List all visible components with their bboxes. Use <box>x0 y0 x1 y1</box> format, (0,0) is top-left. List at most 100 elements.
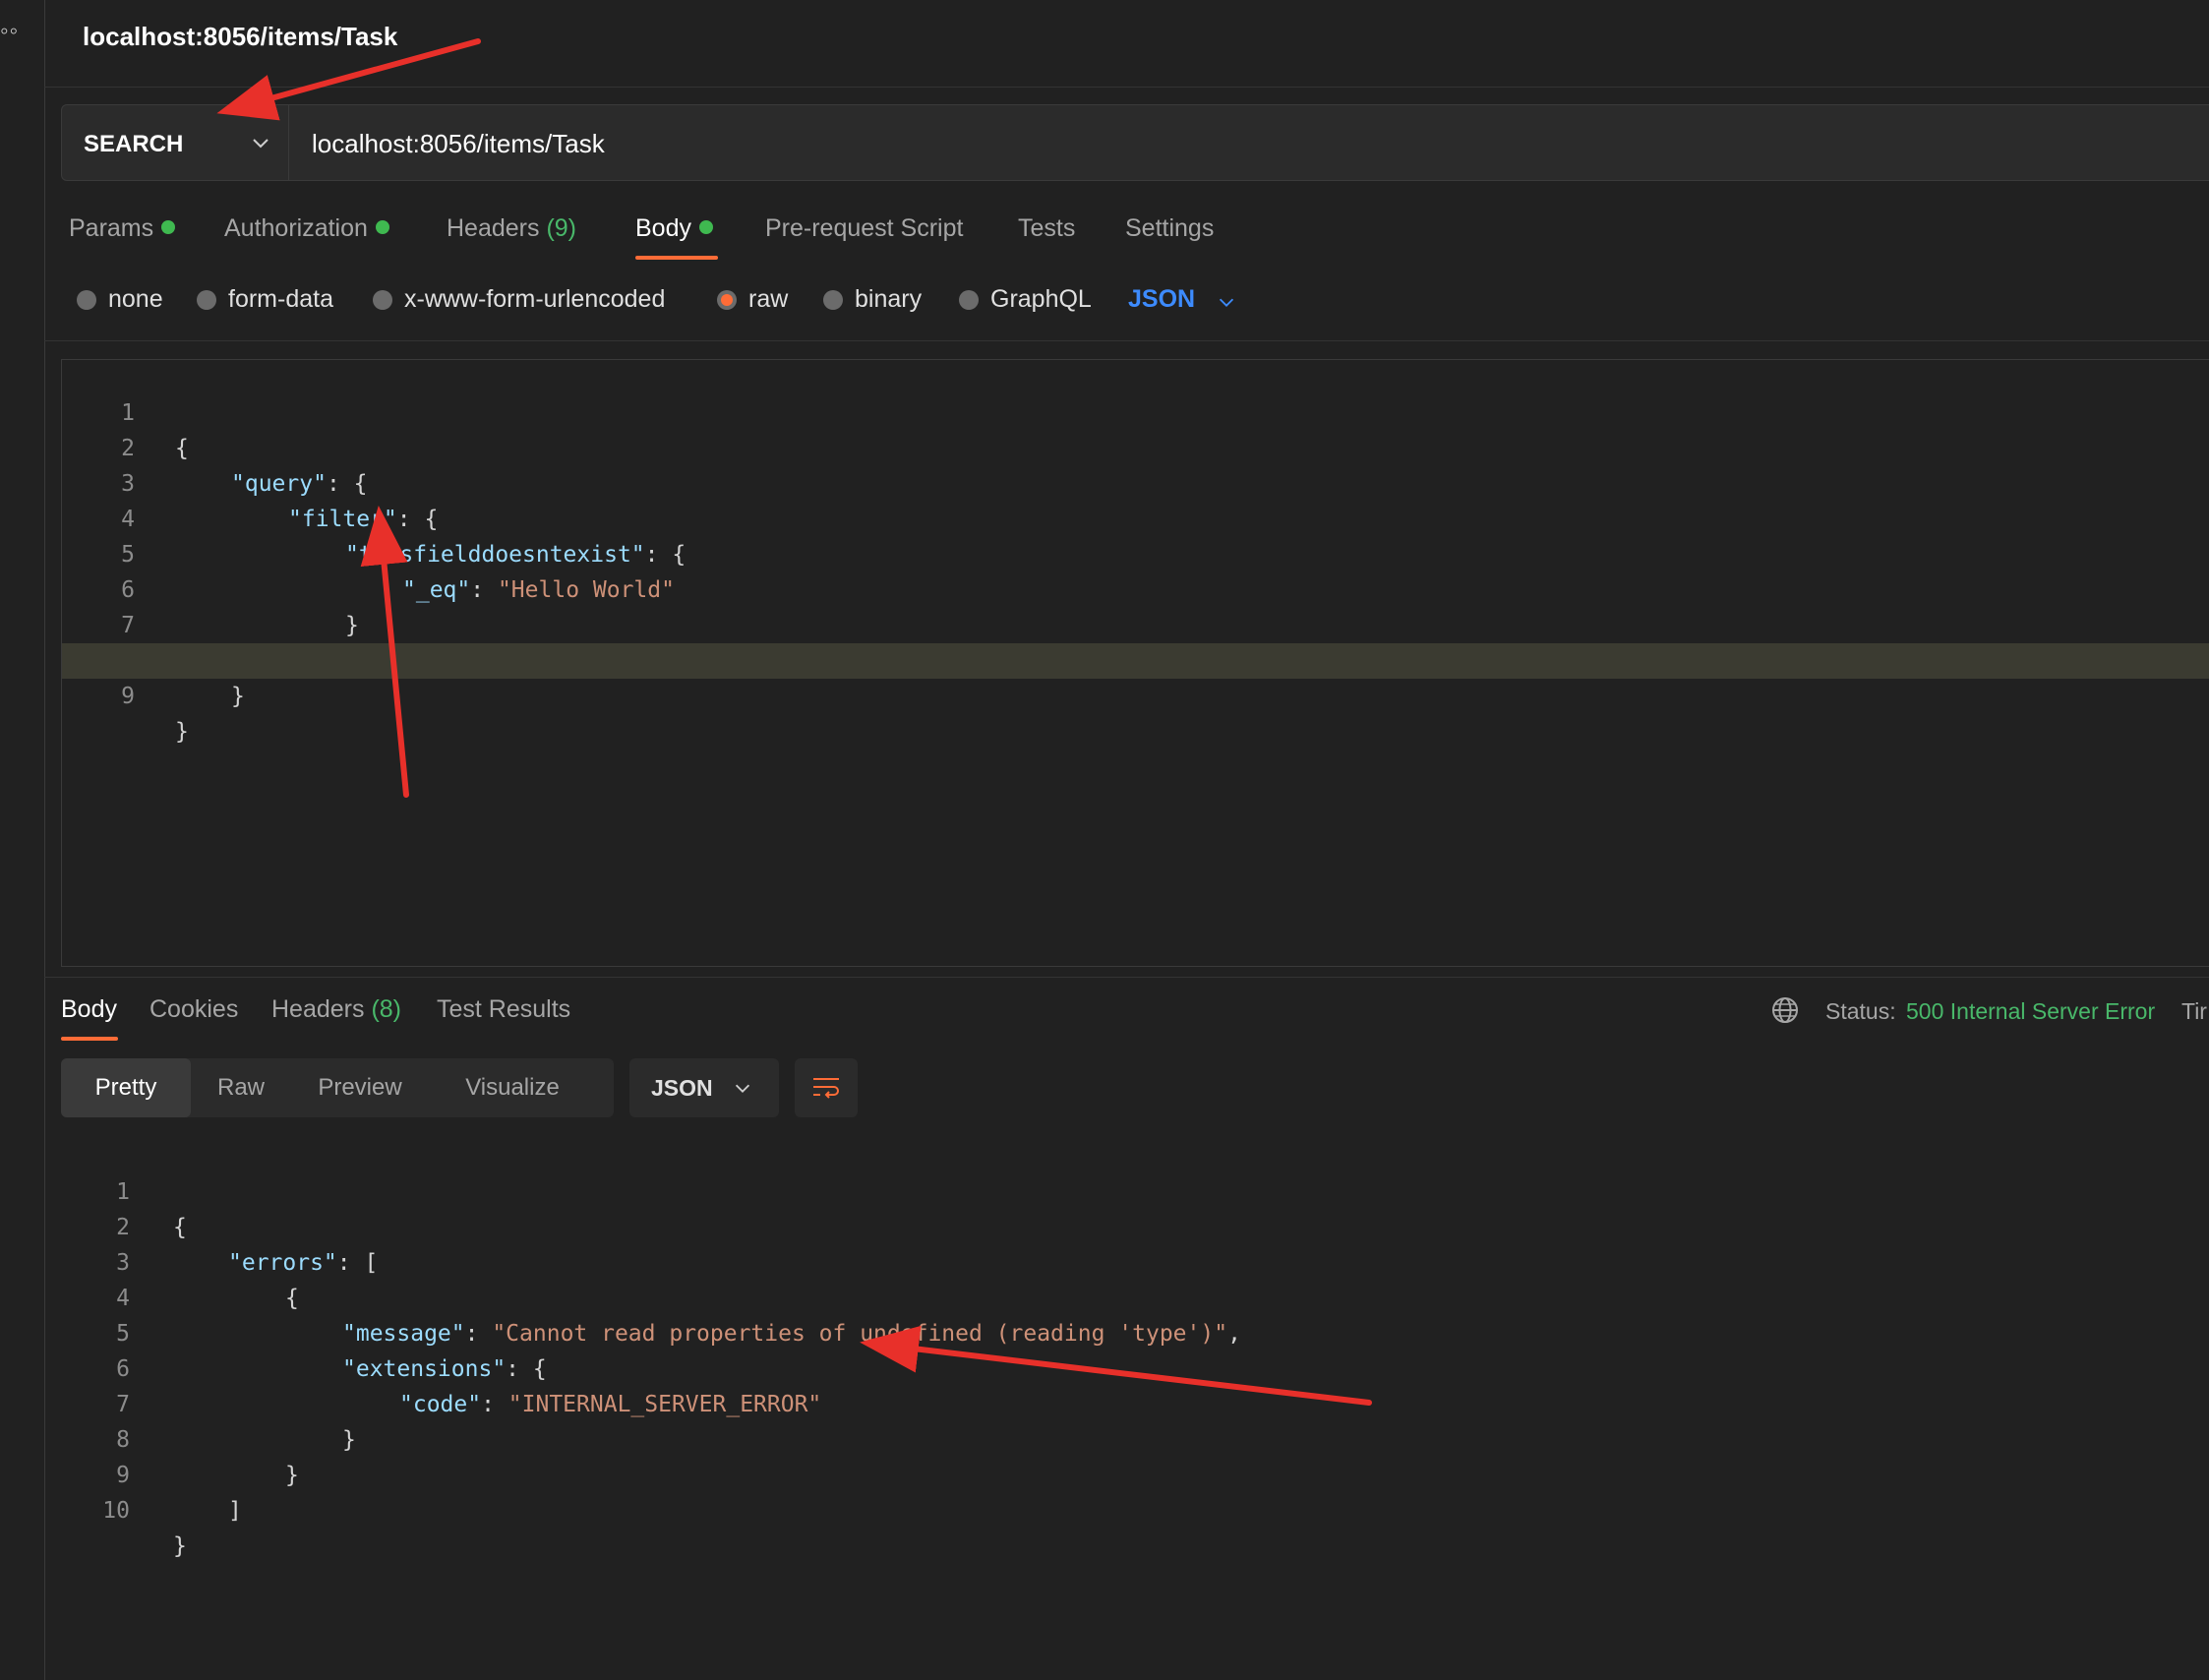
code-line: 3 "filter": { <box>62 431 2209 532</box>
response-format-select[interactable]: JSON <box>629 1058 779 1117</box>
tab-label: Tests <box>1018 214 1076 242</box>
code-token: } <box>173 1533 187 1559</box>
code-token: } <box>231 684 245 709</box>
code-line: 6 } <box>62 537 2209 638</box>
radio-label: none <box>108 285 163 313</box>
pane-divider[interactable] <box>44 977 2209 978</box>
radio-icon <box>823 290 843 310</box>
url-input[interactable]: localhost:8056/items/Task <box>312 129 605 159</box>
tab-settings[interactable]: Settings <box>1125 214 1214 243</box>
code-line: 10 } <box>61 1458 2209 1559</box>
resp-tab-headers[interactable]: Headers (8) <box>271 995 401 1024</box>
view-raw-button[interactable]: Raw <box>191 1058 291 1117</box>
tab-label: Headers <box>447 214 540 242</box>
body-format-select[interactable]: JSON <box>1128 285 1195 314</box>
code-line-current: 9 } <box>62 643 2209 745</box>
code-line: 1 { <box>61 1139 2209 1240</box>
status-value[interactable]: 500 Internal Server Error <box>1906 998 2155 1025</box>
body-type-form-data[interactable]: form-data <box>197 285 333 314</box>
body-type-graphql[interactable]: GraphQL <box>959 285 1092 314</box>
code-line: 7 } <box>62 572 2209 674</box>
tab-label: Headers <box>271 995 365 1023</box>
resp-tab-test-results[interactable]: Test Results <box>437 995 570 1024</box>
divider <box>44 87 2209 88</box>
tab-label: Body <box>635 214 691 242</box>
radio-selected-icon <box>717 290 737 310</box>
resp-tab-cookies[interactable]: Cookies <box>149 995 238 1024</box>
tab-authorization[interactable]: Authorization <box>224 214 389 243</box>
status-dot <box>161 220 176 234</box>
code-line: 8 } <box>61 1387 2209 1488</box>
view-pretty-button[interactable]: Pretty <box>61 1058 191 1117</box>
radio-label: x-www-form-urlencoded <box>404 285 666 313</box>
code-line: 7 } <box>61 1351 2209 1453</box>
chevron-down-icon <box>735 1084 750 1093</box>
wrap-lines-button[interactable] <box>795 1058 858 1117</box>
tab-params[interactable]: Params <box>69 214 176 243</box>
radio-icon <box>959 290 979 310</box>
code-token: } <box>175 719 189 745</box>
radio-label: form-data <box>228 285 333 313</box>
chevron-down-icon[interactable] <box>1216 291 1237 313</box>
response-body-viewer[interactable]: 1 { 2 "errors": [ 3 { 4 "message": "Cann… <box>61 1139 2209 1670</box>
tab-label: Authorization <box>224 214 368 242</box>
body-type-raw[interactable]: raw <box>717 285 788 314</box>
sidebar-overflow-icon[interactable]: ◦◦ <box>0 18 19 45</box>
code-line: 4 "message": "Cannot read properties of … <box>61 1245 2209 1347</box>
status-label: Status: <box>1825 998 1896 1024</box>
radio-label: binary <box>855 285 923 313</box>
url-bar: SEARCH localhost:8056/items/Task <box>61 104 2209 181</box>
body-type-none[interactable]: none <box>77 285 163 314</box>
resp-tab-body[interactable]: Body <box>61 995 117 1024</box>
view-preview-button[interactable]: Preview <box>291 1058 429 1117</box>
active-tab-indicator <box>635 256 718 260</box>
line-number: 9 <box>121 684 135 709</box>
line-number: 10 <box>102 1498 130 1524</box>
code-line: 5 "_eq": "Hello World" <box>62 502 2209 603</box>
radio-icon <box>77 290 96 310</box>
code-text: } <box>173 1529 187 1564</box>
tab-label: Pre-request Script <box>765 214 964 242</box>
code-line: 6 "code": "INTERNAL_SERVER_ERROR" <box>61 1316 2209 1417</box>
request-title[interactable]: localhost:8056/items/Task <box>83 22 397 52</box>
tab-prerequest-script[interactable]: Pre-request Script <box>765 214 963 243</box>
request-body-editor[interactable]: 1 { 2 "query": { 3 "filter": { 4 "thisfi… <box>61 359 2209 967</box>
method-label: SEARCH <box>84 131 184 157</box>
code-line: 2 "errors": [ <box>61 1174 2209 1276</box>
code-text: } <box>231 679 245 714</box>
status-dot <box>375 220 389 234</box>
globe-icon[interactable] <box>1770 995 1800 1025</box>
divider <box>44 340 2209 341</box>
chevron-down-icon <box>253 139 269 149</box>
radio-label: raw <box>748 285 789 313</box>
wrap-lines-icon <box>813 1078 839 1099</box>
code-line: 4 "thisfielddoesntexist": { <box>62 466 2209 568</box>
code-line: 8 } <box>62 608 2209 709</box>
code-line: 1 { <box>62 360 2209 461</box>
time-label: Tir <box>2181 998 2207 1024</box>
code-line: 5 "extensions": { <box>61 1281 2209 1382</box>
radio-label: GraphQL <box>990 285 1092 313</box>
status-dot <box>698 220 713 234</box>
tab-headers[interactable]: Headers (9) <box>447 214 576 243</box>
body-type-binary[interactable]: binary <box>823 285 922 314</box>
radio-icon <box>373 290 392 310</box>
format-label: JSON <box>651 1075 713 1101</box>
body-type-urlencoded[interactable]: x-www-form-urlencoded <box>373 285 665 314</box>
tab-tests[interactable]: Tests <box>1018 214 1075 243</box>
tab-label: Params <box>69 214 154 242</box>
code-line: 2 "query": { <box>62 395 2209 497</box>
code-text: ] <box>228 1493 242 1529</box>
code-line: 9 ] <box>61 1422 2209 1524</box>
code-text: } <box>175 714 189 750</box>
code-token: ] <box>228 1498 242 1524</box>
headers-count: (8) <box>371 995 402 1023</box>
radio-icon <box>197 290 216 310</box>
active-tab-indicator <box>61 1037 118 1041</box>
method-selector[interactable]: SEARCH <box>62 105 289 180</box>
left-sidebar: ◦◦ <box>0 0 45 1680</box>
tab-body[interactable]: Body <box>635 214 713 243</box>
headers-count: (9) <box>546 214 577 242</box>
response-view-group: Pretty Raw Preview Visualize <box>61 1058 614 1117</box>
view-visualize-button[interactable]: Visualize <box>429 1058 596 1117</box>
